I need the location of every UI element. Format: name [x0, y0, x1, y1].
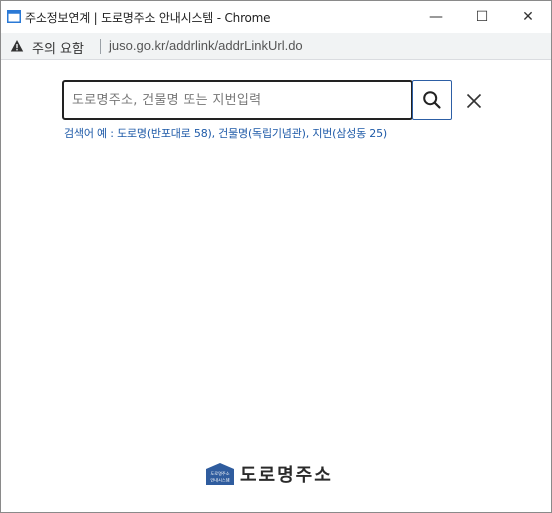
warning-triangle-icon[interactable]	[10, 39, 24, 53]
browser-popup-window: 주소정보연계 | 도로명주소 안내시스템 - Chrome — ☐ ✕ 주의 요…	[0, 0, 552, 513]
footer-logo: 도로명주소 안내시스템 도로명주소	[204, 461, 333, 487]
address-bar[interactable]: 주의 요함 juso.go.kr/addrlink/addrLinkUrl.do	[1, 33, 551, 60]
title-bar[interactable]: 주소정보연계 | 도로명주소 안내시스템 - Chrome — ☐ ✕	[1, 1, 551, 33]
minimize-icon: —	[429, 9, 443, 25]
logo-mark-text-line2: 안내시스템	[210, 477, 229, 484]
address-search-input[interactable]	[62, 80, 413, 120]
security-warning-label[interactable]: 주의 요함	[32, 38, 84, 57]
address-separator	[100, 39, 101, 54]
window-close-button[interactable]: ✕	[505, 1, 551, 33]
road-address-logo-icon: 도로명주소 안내시스템	[206, 463, 234, 485]
logo-mark-text-line1: 도로명주소	[210, 470, 229, 477]
minimize-button[interactable]: —	[413, 1, 459, 33]
close-icon	[466, 93, 482, 109]
search-icon	[423, 91, 441, 109]
page-content: 검색어 예 : 도로명(반포대로 58), 건물명(독립기념관), 지번(삼성동…	[1, 61, 551, 512]
chrome-window-icon	[7, 10, 21, 23]
search-button[interactable]	[412, 80, 452, 120]
footer-logo-text: 도로명주소	[240, 465, 333, 486]
window-close-icon: ✕	[522, 9, 534, 25]
maximize-icon: ☐	[475, 9, 489, 25]
window-title: 주소정보연계 | 도로명주소 안내시스템 - Chrome	[25, 11, 271, 25]
search-example-hint: 검색어 예 : 도로명(반포대로 58), 건물명(독립기념관), 지번(삼성동…	[64, 127, 387, 140]
close-search-button[interactable]	[461, 88, 487, 114]
address-url[interactable]: juso.go.kr/addrlink/addrLinkUrl.do	[109, 38, 303, 53]
maximize-button[interactable]: ☐	[459, 1, 505, 33]
